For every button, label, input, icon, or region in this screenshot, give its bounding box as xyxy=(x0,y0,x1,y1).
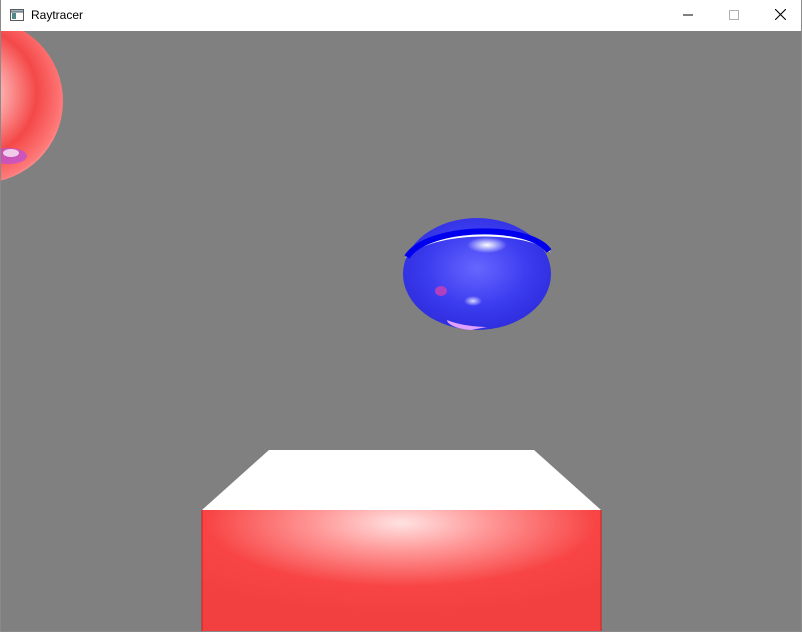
close-button[interactable] xyxy=(757,0,801,31)
rendered-scene xyxy=(1,31,602,631)
title-bar[interactable]: Raytracer xyxy=(1,0,801,31)
app-icon xyxy=(10,8,24,22)
red-box xyxy=(201,450,602,631)
raytracer-window: Raytracer xyxy=(0,0,802,632)
maximize-icon xyxy=(729,7,739,25)
maximize-button[interactable] xyxy=(711,0,757,31)
close-icon xyxy=(774,7,786,25)
blue-ellipsoid xyxy=(403,218,552,330)
minimize-button[interactable] xyxy=(665,0,711,31)
render-canvas[interactable] xyxy=(1,31,801,631)
window-title: Raytracer xyxy=(31,8,84,22)
minimize-icon xyxy=(683,7,693,25)
red-sphere xyxy=(1,31,63,181)
